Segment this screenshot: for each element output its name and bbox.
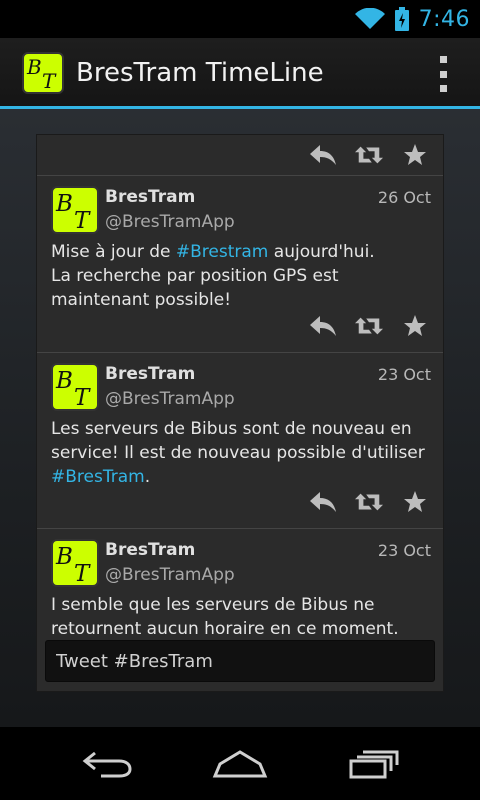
tweet-item[interactable]: B T BresTram 26 Oct @BresTramApp Mise à … (37, 176, 443, 352)
retweet-icon[interactable] (355, 314, 383, 338)
svg-text:B: B (55, 544, 73, 570)
svg-text:T: T (42, 69, 57, 93)
svg-text:B: B (26, 55, 42, 79)
tweet-actions (37, 306, 443, 346)
hashtag-link[interactable]: #Brestram (176, 242, 268, 262)
app-logo[interactable]: B T (22, 52, 64, 94)
reply-icon[interactable] (309, 143, 337, 167)
status-bar: 7:46 (0, 0, 480, 38)
favorite-icon[interactable] (401, 143, 429, 167)
back-icon[interactable] (77, 744, 137, 784)
retweet-icon[interactable] (355, 143, 383, 167)
tweet-actions (37, 482, 443, 522)
svg-text:B: B (55, 368, 73, 394)
app-title: BresTram TimeLine (76, 58, 324, 88)
tweet-author-name: BresTram (105, 364, 196, 384)
avatar: B T (51, 363, 99, 411)
favorite-icon[interactable] (401, 490, 429, 514)
compose-bar (36, 634, 444, 692)
tweet-author-name: BresTram (105, 187, 196, 207)
tweet-text-part: aujourd'hui. (268, 242, 375, 262)
home-icon[interactable] (210, 744, 270, 784)
tweet-actions (37, 135, 443, 175)
compose-tweet-input[interactable] (45, 640, 435, 682)
tweet-date: 23 Oct (377, 365, 431, 384)
tweet-author-name: BresTram (105, 540, 196, 560)
svg-text:T: T (74, 385, 91, 411)
tweet-author-handle: @BresTramApp (105, 565, 235, 585)
svg-text:T: T (74, 208, 91, 234)
tweet-text-part: Les serveurs de Bibus sont de nouveau en… (51, 419, 425, 463)
status-time: 7:46 (418, 6, 470, 32)
reply-icon[interactable] (309, 314, 337, 338)
action-bar: B T BresTram TimeLine (0, 38, 480, 108)
tweet-date: 26 Oct (377, 188, 431, 207)
avatar: B T (51, 539, 99, 587)
tweet-text: Mise à jour de #Brestram aujourd'hui. La… (51, 240, 436, 312)
tweet-text-part: La recherche par position GPS est mainte… (51, 266, 339, 310)
tweet-list[interactable]: B T BresTram 26 Oct @BresTramApp Mise à … (36, 134, 444, 691)
tweet-author-handle: @BresTramApp (105, 389, 235, 409)
tweet-item[interactable]: B T BresTram 23 Oct @BresTramApp Les ser… (37, 353, 443, 528)
wifi-icon (354, 8, 385, 30)
recent-apps-icon[interactable] (343, 744, 403, 784)
battery-charging-icon (394, 7, 409, 31)
tweet-author-handle: @BresTramApp (105, 212, 235, 232)
tweet-text-part: Mise à jour de (51, 242, 176, 262)
overflow-menu-icon[interactable] (436, 56, 450, 92)
svg-text:B: B (55, 191, 73, 217)
navigation-bar (0, 727, 480, 800)
avatar: B T (51, 186, 99, 234)
timeline-content: B T BresTram 26 Oct @BresTramApp Mise à … (0, 109, 480, 727)
tweet-date: 23 Oct (377, 541, 431, 560)
favorite-icon[interactable] (401, 314, 429, 338)
retweet-icon[interactable] (355, 490, 383, 514)
timeline-card: B T BresTram 26 Oct @BresTramApp Mise à … (36, 134, 444, 800)
svg-text:T: T (74, 561, 91, 587)
tweet-text: Les serveurs de Bibus sont de nouveau en… (51, 417, 436, 489)
reply-icon[interactable] (309, 490, 337, 514)
